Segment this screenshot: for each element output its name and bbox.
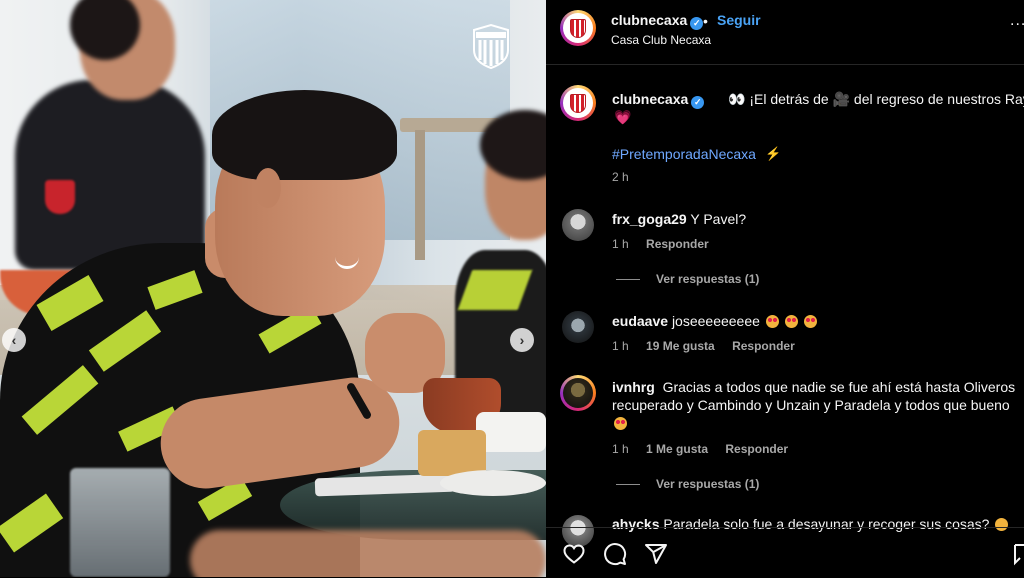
- caption-username[interactable]: clubnecaxa ✓: [612, 91, 705, 109]
- more-options-icon[interactable]: ...: [1010, 12, 1024, 30]
- follow-button[interactable]: Seguir: [717, 12, 761, 28]
- reply-button[interactable]: Responder: [732, 339, 795, 353]
- commenter-avatar[interactable]: [562, 311, 594, 343]
- heart-eyes-emoji: [765, 315, 779, 328]
- necaxa-crest-icon: [570, 18, 586, 38]
- previous-image-button[interactable]: ‹: [2, 328, 26, 352]
- comment-body: ivnhrg Gracias a todos que nadie se fue …: [612, 378, 1017, 432]
- caption-avatar[interactable]: [560, 85, 596, 121]
- separator-dot: •: [703, 13, 708, 29]
- post-header: clubnecaxa ✓ • Seguir Casa Club Necaxa ..…: [546, 0, 1024, 65]
- profile-avatar[interactable]: [560, 10, 596, 46]
- chevron-left-icon: ‹: [11, 332, 17, 348]
- comment-likes[interactable]: 1 Me gusta: [646, 442, 708, 456]
- comment-time[interactable]: 1 h: [612, 237, 629, 251]
- post-action-bar: [546, 527, 1024, 578]
- view-replies-button[interactable]: Ver respuestas (1): [616, 272, 759, 286]
- heart-icon[interactable]: [562, 542, 586, 566]
- necaxa-crest-icon: [570, 93, 586, 113]
- caption-timestamp[interactable]: 2 h: [612, 170, 629, 184]
- reply-button[interactable]: Responder: [725, 442, 788, 456]
- caption-text: 👀 ¡El detrás de 🎥 del regreso de nuestro…: [728, 91, 1024, 107]
- next-image-button[interactable]: ›: [510, 328, 534, 352]
- verified-badge-icon: ✓: [691, 96, 705, 109]
- comment-icon[interactable]: [603, 542, 627, 566]
- header-username[interactable]: clubnecaxa ✓: [611, 12, 704, 30]
- bookmark-icon[interactable]: [1014, 542, 1024, 566]
- lightning-emoji: ⚡: [765, 146, 782, 161]
- post-photo[interactable]: ‹ ›: [0, 0, 546, 577]
- comment-username[interactable]: frx_goga29: [612, 211, 687, 227]
- verified-badge-icon: ✓: [690, 17, 704, 30]
- commenter-avatar[interactable]: [560, 375, 596, 411]
- chevron-right-icon: ›: [519, 332, 525, 348]
- location-link[interactable]: Casa Club Necaxa: [611, 33, 711, 47]
- comment-time[interactable]: 1 h: [612, 339, 629, 353]
- pink-heart-emoji: 💗: [614, 109, 632, 125]
- heart-eyes-emoji: [614, 417, 627, 430]
- necaxa-crest-watermark: [473, 23, 509, 70]
- heart-eyes-emoji: [784, 315, 798, 328]
- comment-text: Gracias a todos que nadie se fue ahí est…: [612, 379, 1016, 413]
- comment-time[interactable]: 1 h: [612, 442, 629, 456]
- comment-username[interactable]: eudaave: [612, 313, 668, 329]
- view-replies-button[interactable]: Ver respuestas (1): [616, 477, 759, 491]
- comment-text: Y Pavel?: [690, 211, 747, 227]
- heart-eyes-emoji: [803, 315, 817, 328]
- instagram-post-view: ‹ › clubnecaxa ✓ • Seguir Casa Club Necax…: [0, 0, 1024, 577]
- reply-button[interactable]: Responder: [646, 237, 709, 251]
- post-side-panel: clubnecaxa ✓ • Seguir Casa Club Necaxa ..…: [546, 0, 1024, 577]
- comment-username[interactable]: ivnhrg: [612, 379, 655, 395]
- comment-text: joseeeeeeeee: [671, 313, 760, 329]
- hashtag-link[interactable]: #PretemporadaNecaxa: [612, 146, 756, 162]
- commenter-avatar[interactable]: [562, 209, 594, 241]
- background-player: [455, 110, 546, 420]
- send-icon[interactable]: [644, 542, 668, 566]
- comment-likes[interactable]: 19 Me gusta: [646, 339, 715, 353]
